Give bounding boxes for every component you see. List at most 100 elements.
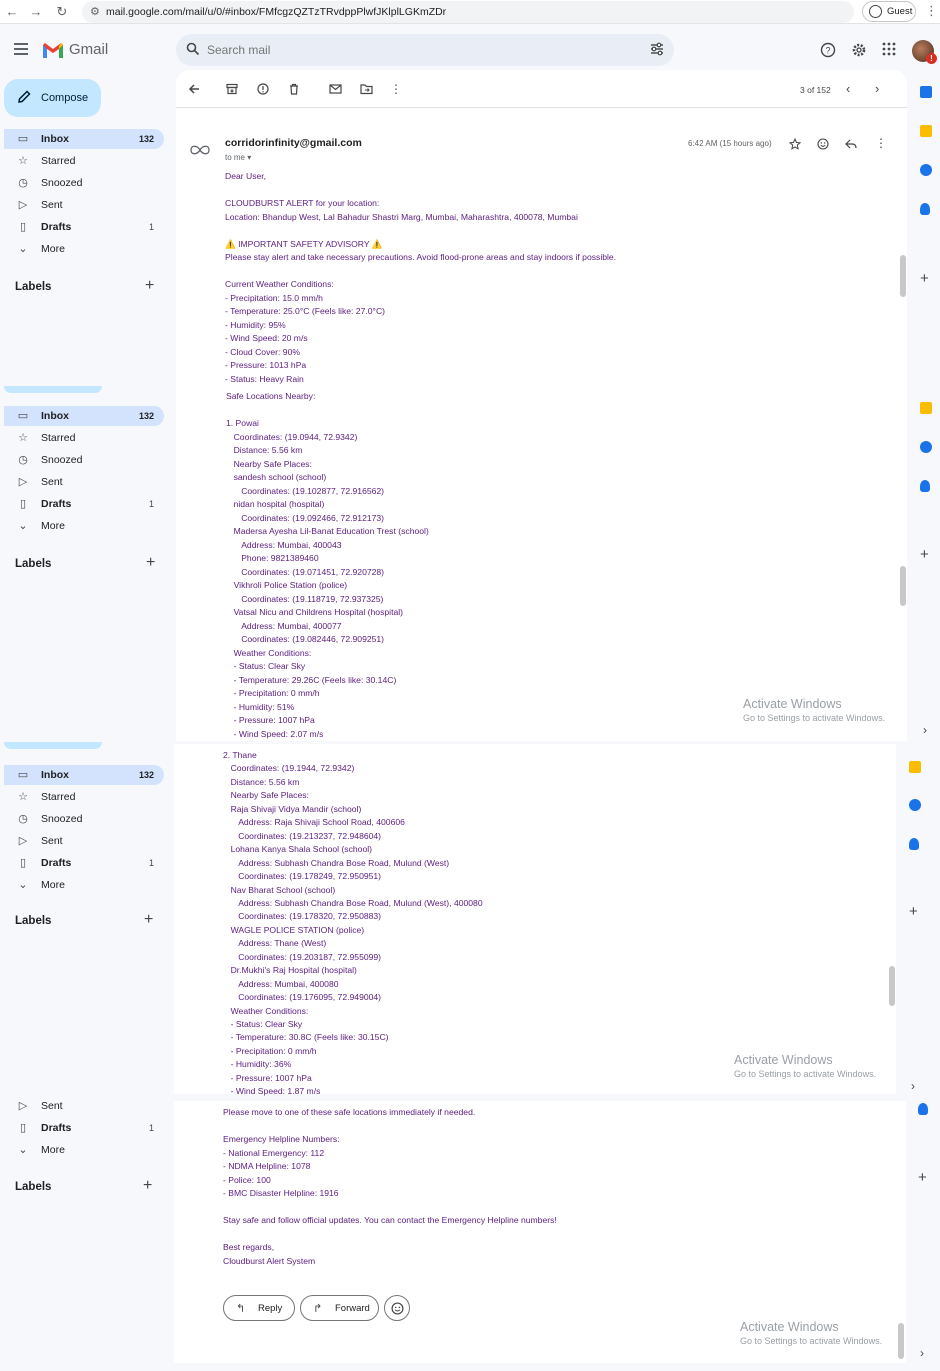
older-chevron-icon[interactable]: ›: [875, 81, 879, 96]
search-options-icon[interactable]: [650, 42, 664, 56]
back-to-inbox-icon[interactable]: [188, 83, 200, 95]
scrollbar-thumb[interactable]: [889, 966, 895, 1006]
scrollbar-thumb[interactable]: [900, 255, 906, 297]
sidebar-item-starred[interactable]: ☆ Starred: [4, 151, 164, 171]
forward-button[interactable]: ↱ Forward: [300, 1295, 379, 1321]
unread-count-badge: 1: [148, 1123, 154, 1133]
gmail-m-icon: [43, 43, 63, 58]
calendar-icon[interactable]: [920, 86, 932, 98]
add-label-plus-icon[interactable]: +: [144, 911, 153, 929]
recipient-details[interactable]: to me ▾: [225, 153, 251, 162]
browser-menu-icon[interactable]: ⋮: [925, 3, 938, 19]
chevron-down-icon: ⌄: [18, 520, 28, 532]
search-bar[interactable]: [176, 34, 674, 66]
sidebar-item-snoozed[interactable]: ◷ Snoozed: [4, 173, 164, 193]
add-label-plus-icon[interactable]: +: [145, 277, 154, 295]
sender-email[interactable]: corridorinfinity@gmail.com: [225, 137, 362, 149]
sidebar-item-inbox[interactable]: ▭ Inbox 132: [4, 406, 164, 426]
sidebar-item-snoozed[interactable]: ◷ Snoozed: [4, 809, 164, 829]
sidebar-item-more[interactable]: ⌄ More: [4, 516, 164, 536]
sidebar-item-sent[interactable]: ▷ Sent: [4, 195, 164, 215]
account-avatar[interactable]: !: [912, 40, 937, 64]
sidebar-item-inbox[interactable]: ▭ Inbox 132: [4, 129, 164, 149]
sidebar-item-sent[interactable]: ▷ Sent: [4, 472, 164, 492]
main-menu-icon[interactable]: [12, 40, 30, 58]
contacts-icon[interactable]: [918, 1103, 928, 1115]
keep-icon[interactable]: [920, 402, 932, 414]
emoji-button[interactable]: [384, 1295, 410, 1321]
sidebar-item-drafts[interactable]: ▯ Drafts 1: [4, 1118, 164, 1138]
sidebar-item-sent[interactable]: ▷ Sent: [4, 1096, 164, 1116]
get-addons-plus-icon[interactable]: +: [920, 546, 929, 563]
sidebar-item-more[interactable]: ⌄ More: [4, 239, 164, 259]
move-to-icon[interactable]: [360, 83, 373, 95]
back-arrow-icon[interactable]: ←: [4, 4, 20, 19]
address-bar[interactable]: ⚙ mail.google.com/mail/u/0/#inbox/FMfcgz…: [82, 1, 854, 23]
mark-unread-icon[interactable]: [329, 83, 342, 95]
contacts-icon[interactable]: [920, 203, 930, 215]
newer-chevron-icon[interactable]: ‹: [846, 81, 850, 96]
sidebar-item-label: Starred: [41, 155, 76, 167]
compose-button[interactable]: Compose: [4, 79, 101, 117]
reply-icon[interactable]: [845, 138, 857, 150]
keep-icon[interactable]: [909, 761, 921, 773]
sidebar-item-drafts[interactable]: ▯ Drafts 1: [4, 853, 164, 873]
sidebar-item-more[interactable]: ⌄ More: [4, 1140, 164, 1160]
safe-locations-heading: Safe Locations Nearby:: [226, 391, 316, 401]
email-body-line: - Pressure: 1007 hPa: [233, 715, 315, 725]
sidebar-item-drafts[interactable]: ▯ Drafts 1: [4, 217, 164, 237]
email-body-line: Vikhroli Police Station (police): [233, 580, 348, 590]
email-body-line: Address: Mumbai, 400080: [238, 978, 339, 989]
get-addons-plus-icon[interactable]: +: [909, 903, 918, 920]
sidebar-item-snoozed[interactable]: ◷ Snoozed: [4, 450, 164, 470]
sidebar-item-more[interactable]: ⌄ More: [4, 875, 164, 895]
search-icon[interactable]: [186, 42, 200, 56]
tasks-icon[interactable]: [909, 799, 921, 811]
emoji-reaction-icon[interactable]: [817, 138, 829, 150]
email-body-line: - Temperature: 25.0°C (Feels like: 27.0°…: [225, 306, 386, 316]
show-side-panel-icon[interactable]: ›: [923, 723, 927, 737]
reply-button[interactable]: ↰ Reply: [223, 1295, 295, 1321]
app-name: Gmail: [69, 41, 109, 58]
scrollbar-thumb[interactable]: [900, 566, 906, 606]
sidebar-item-sent[interactable]: ▷ Sent: [4, 831, 164, 851]
tasks-icon[interactable]: [920, 164, 932, 176]
settings-gear-icon[interactable]: [851, 42, 867, 58]
add-label-plus-icon[interactable]: +: [146, 554, 155, 572]
report-spam-icon[interactable]: [257, 83, 269, 95]
show-side-panel-icon[interactable]: ›: [920, 1346, 924, 1360]
contacts-icon[interactable]: [920, 480, 930, 492]
scrollbar-thumb[interactable]: [898, 1323, 904, 1359]
apps-grid-icon[interactable]: [882, 42, 896, 56]
sidebar-item-starred[interactable]: ☆ Starred: [4, 787, 164, 807]
forward-arrow-icon[interactable]: →: [28, 4, 44, 19]
sidebar-item-label: Snoozed: [41, 177, 83, 189]
star-icon[interactable]: [789, 138, 801, 150]
reload-icon[interactable]: ↻: [54, 4, 70, 20]
show-side-panel-icon[interactable]: ›: [911, 1079, 915, 1093]
email-body-line: Stay safe and follow official updates. Y…: [223, 1215, 557, 1225]
profile-button[interactable]: Guest: [862, 1, 916, 22]
sidebar-item-starred[interactable]: ☆ Starred: [4, 428, 164, 448]
add-label-plus-icon[interactable]: +: [143, 1177, 152, 1195]
contacts-icon[interactable]: [909, 838, 919, 850]
search-input[interactable]: [205, 42, 605, 58]
tasks-icon[interactable]: [920, 441, 932, 453]
archive-icon[interactable]: [226, 83, 238, 95]
delete-icon[interactable]: [288, 83, 300, 95]
sidebar-item-inbox[interactable]: ▭ Inbox 132: [4, 765, 164, 785]
site-info-icon[interactable]: ⚙: [90, 5, 100, 18]
help-icon[interactable]: ?: [820, 42, 836, 58]
more-options-icon[interactable]: ⋮: [390, 82, 402, 96]
get-addons-plus-icon[interactable]: +: [918, 1169, 927, 1186]
get-addons-plus-icon[interactable]: +: [920, 270, 929, 287]
labels-heading: Labels: [15, 558, 52, 570]
labels-heading: Labels: [15, 915, 52, 927]
sidebar-item-drafts[interactable]: ▯ Drafts 1: [4, 494, 164, 514]
email-body-line: Coordinates: (19.071451, 72.920728): [241, 566, 385, 577]
email-body-line: nidan hospital (hospital): [233, 499, 325, 509]
watermark-subtitle: Go to Settings to activate Windows.: [734, 1069, 877, 1079]
email-body-line: Vatsal Nicu and Childrens Hospital (hosp…: [233, 607, 404, 617]
message-more-icon[interactable]: ⋮: [875, 136, 887, 150]
keep-icon[interactable]: [920, 125, 932, 137]
